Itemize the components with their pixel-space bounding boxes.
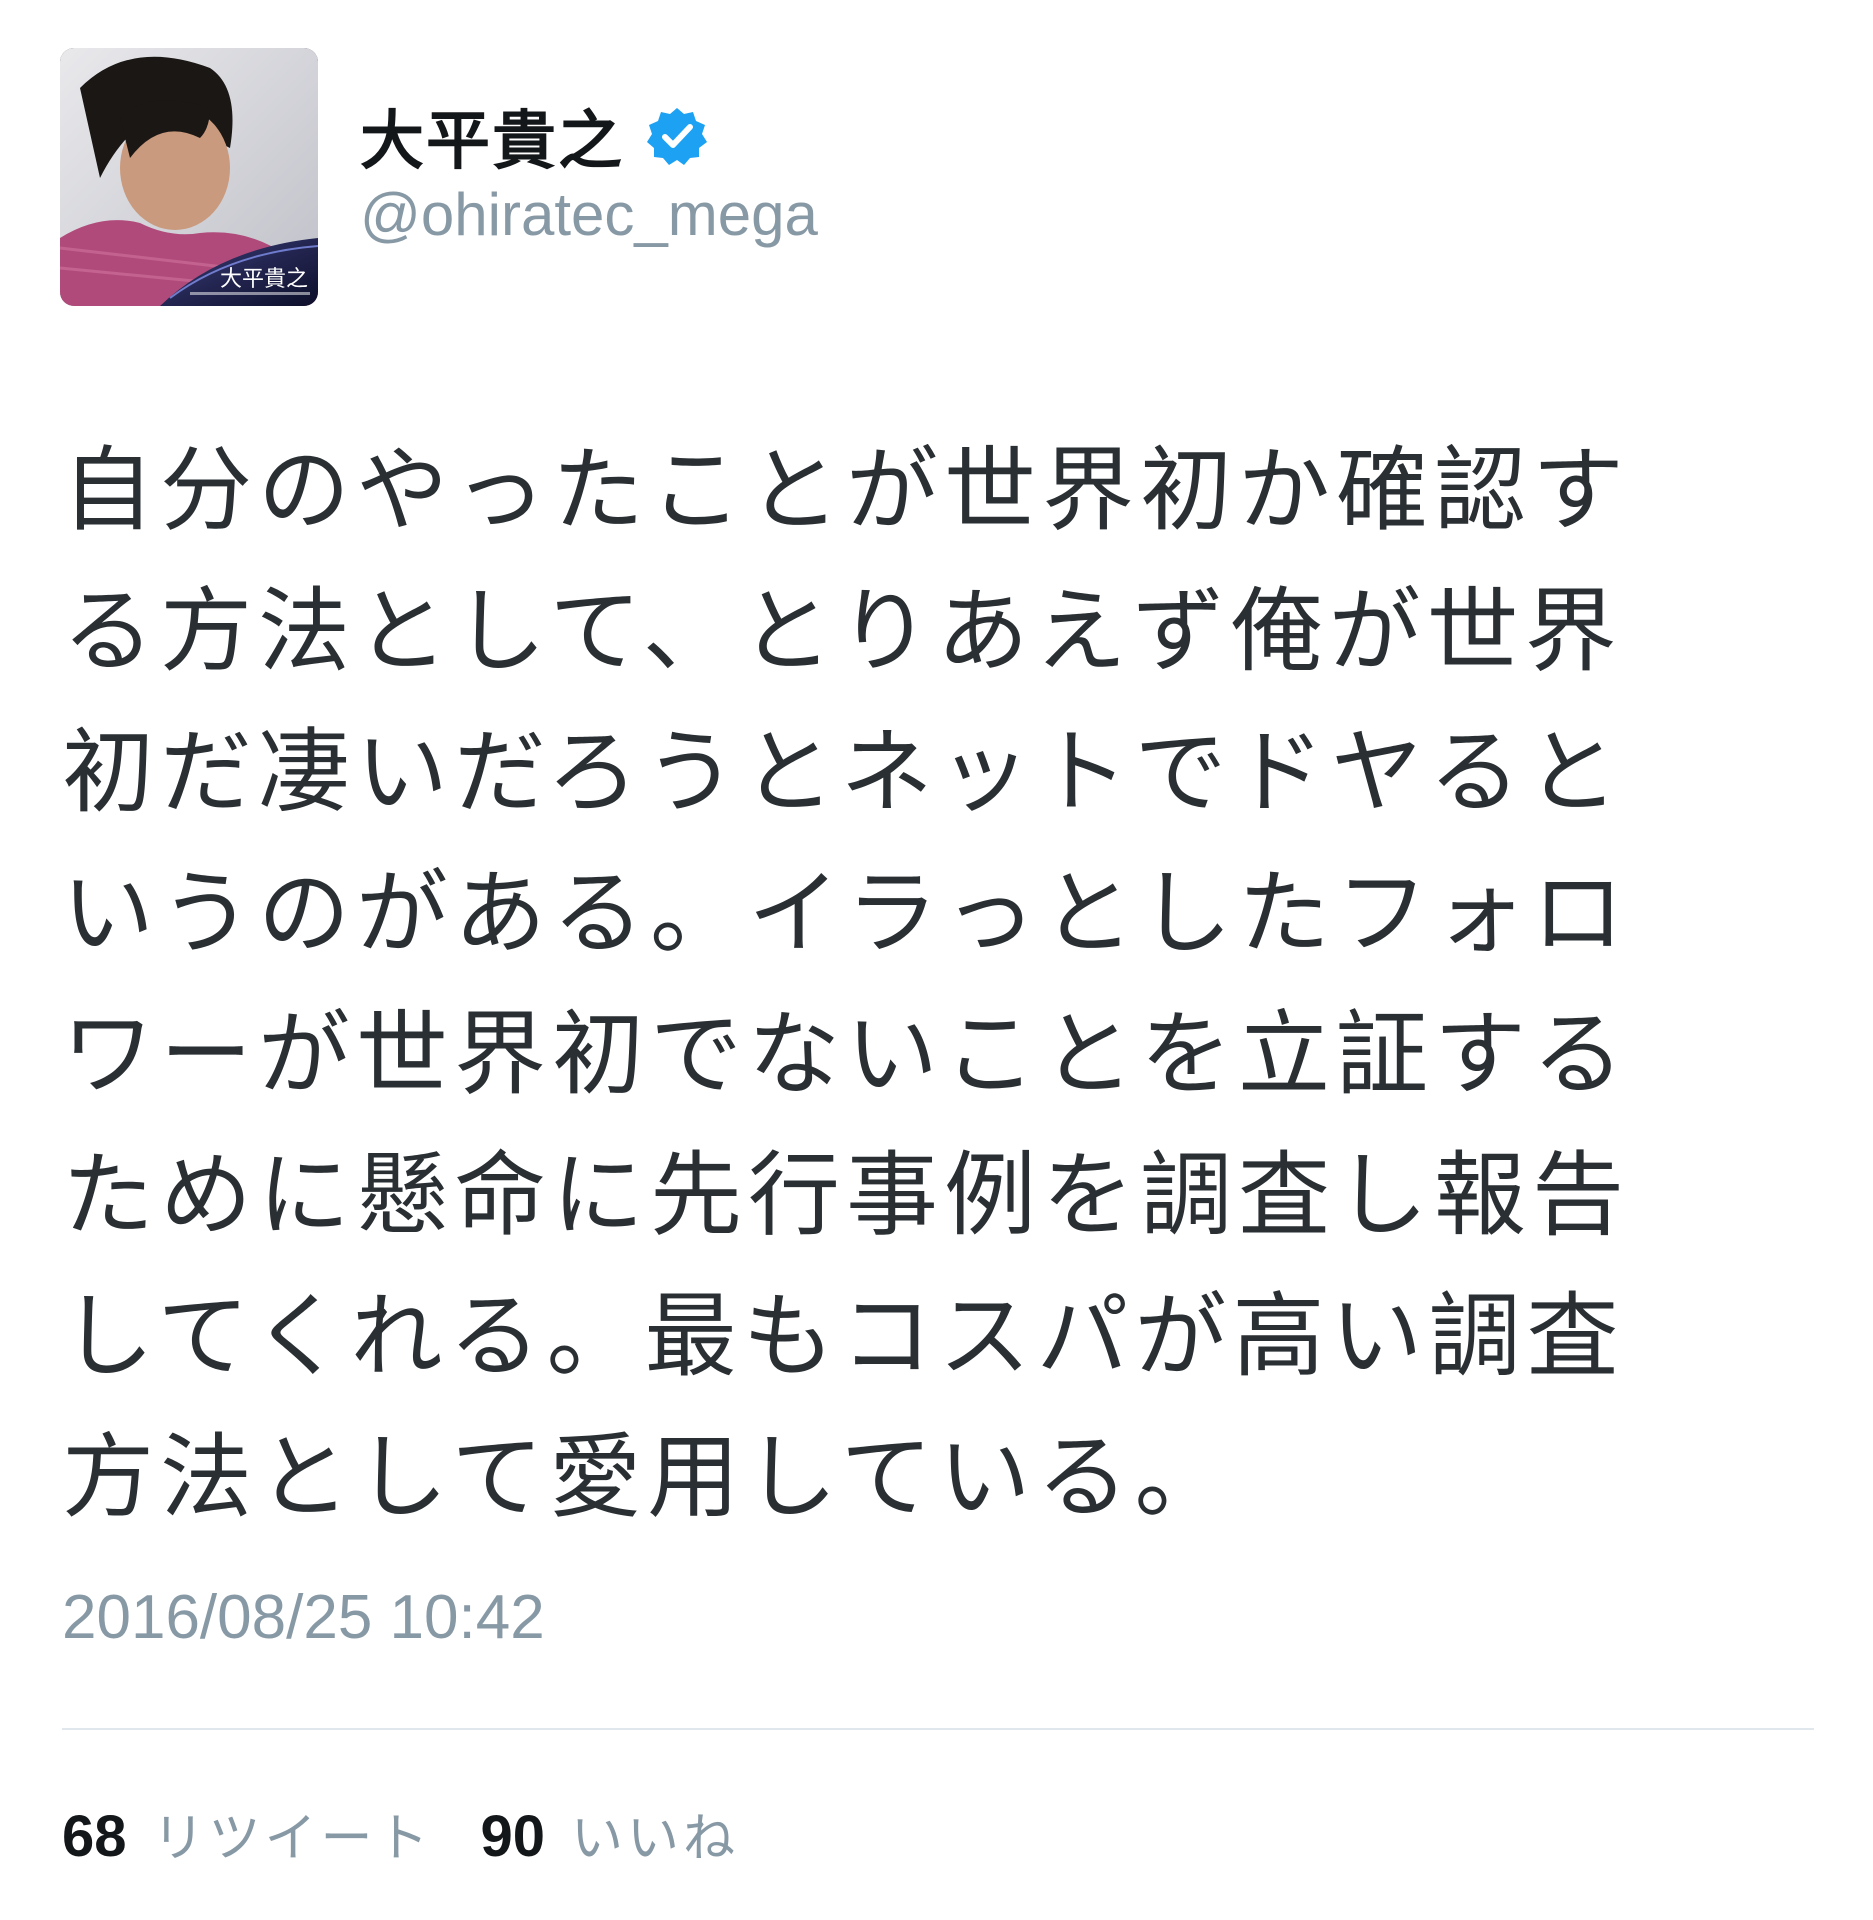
author-name-row[interactable]: 大平貴之 <box>360 96 708 179</box>
tweet-stats: 68 リツイート 90 いいね <box>62 1796 739 1871</box>
retweets-count: 68 <box>62 1804 127 1869</box>
tweet-text-line: ワーが世界初でないことを立証する <box>62 1001 1631 1108</box>
tweet-text-line: 方法として愛用している。 <box>62 1424 1233 1531</box>
verified-badge-icon <box>646 105 708 167</box>
avatar[interactable]: 大平貴之 <box>60 48 318 306</box>
author-handle[interactable]: @ohiratec_mega <box>360 180 818 249</box>
retweets-stat[interactable]: 68 リツイート <box>62 1796 433 1871</box>
tweet-text: 自分のやったことが世界初か確認す る方法として、とりあえず俺が世界 初だ凄いだろ… <box>62 420 1762 1548</box>
tweet-text-line: してくれる。最もコスパが高い調査 <box>62 1283 1625 1390</box>
avatar-image: 大平貴之 <box>60 48 318 306</box>
tweet-text-line: いうのがある。イラっとしたフォロ <box>62 860 1631 967</box>
likes-stat[interactable]: 90 いいね <box>481 1796 740 1871</box>
tweet-timestamp[interactable]: 2016/08/25 10:42 <box>62 1582 545 1653</box>
tweet-text-line: 初だ凄いだろうとネットでドヤると <box>62 719 1625 826</box>
likes-count: 90 <box>480 1804 546 1869</box>
avatar-caption: 大平貴之 <box>220 267 308 292</box>
retweets-label: リツイート <box>152 1809 433 1869</box>
tweet-text-line: ために懸命に先行事例を調査し報告 <box>62 1142 1631 1249</box>
tweet-text-line: る方法として、とりあえず俺が世界 <box>62 578 1623 685</box>
divider <box>62 1728 1814 1730</box>
tweet-text-line: 自分のやったことが世界初か確認す <box>62 437 1631 544</box>
display-name[interactable]: 大平貴之 <box>360 90 624 182</box>
tweet-card: 大平貴之 大平貴之 @ohiratec_mega 自分のやったことが世界初か確認… <box>0 0 1873 1920</box>
likes-label: いいね <box>571 1809 740 1869</box>
